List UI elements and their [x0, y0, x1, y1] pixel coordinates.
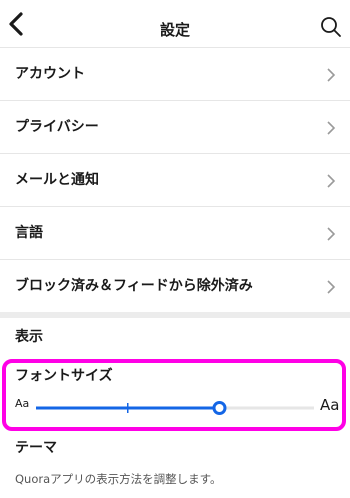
- menu-item-email-notifications[interactable]: メールと通知: [0, 154, 350, 207]
- section-divider: [0, 312, 350, 318]
- slider-thumb[interactable]: [212, 401, 227, 415]
- chevron-right-icon: [327, 174, 336, 188]
- theme-title[interactable]: テーマ: [15, 436, 57, 460]
- chevron-right-icon: [327, 227, 336, 241]
- font-size-title: フォントサイズ: [15, 368, 113, 384]
- chevron-right-icon: [327, 121, 336, 135]
- menu-item-label: 言語: [15, 225, 43, 241]
- font-size-slider[interactable]: [36, 399, 314, 417]
- app-header: 設定: [0, 0, 350, 48]
- menu-item-language[interactable]: 言語: [0, 207, 350, 260]
- menu-item-label: ブロック済み＆フィードから除外済み: [15, 278, 253, 294]
- menu-item-blocked-muted[interactable]: ブロック済み＆フィードから除外済み: [0, 260, 350, 313]
- chevron-left-icon[interactable]: [4, 10, 30, 38]
- chevron-right-icon: [327, 280, 336, 294]
- menu-item-privacy[interactable]: プライバシー: [0, 101, 350, 154]
- menu-item-label: プライバシー: [15, 119, 99, 135]
- font-size-large-label: Aa: [320, 396, 340, 414]
- menu-item-label: メールと通知: [15, 172, 99, 188]
- chevron-right-icon: [327, 68, 336, 82]
- menu-item-account[interactable]: アカウント: [0, 48, 350, 101]
- display-section-title: 表示: [15, 329, 43, 345]
- search-icon[interactable]: [320, 16, 342, 38]
- menu-item-label: アカウント: [15, 66, 85, 82]
- font-size-small-label: Aa: [15, 397, 30, 410]
- theme-description: Quoraアプリの表示方法を調整します。: [15, 472, 222, 486]
- page-title: 設定: [159, 21, 190, 39]
